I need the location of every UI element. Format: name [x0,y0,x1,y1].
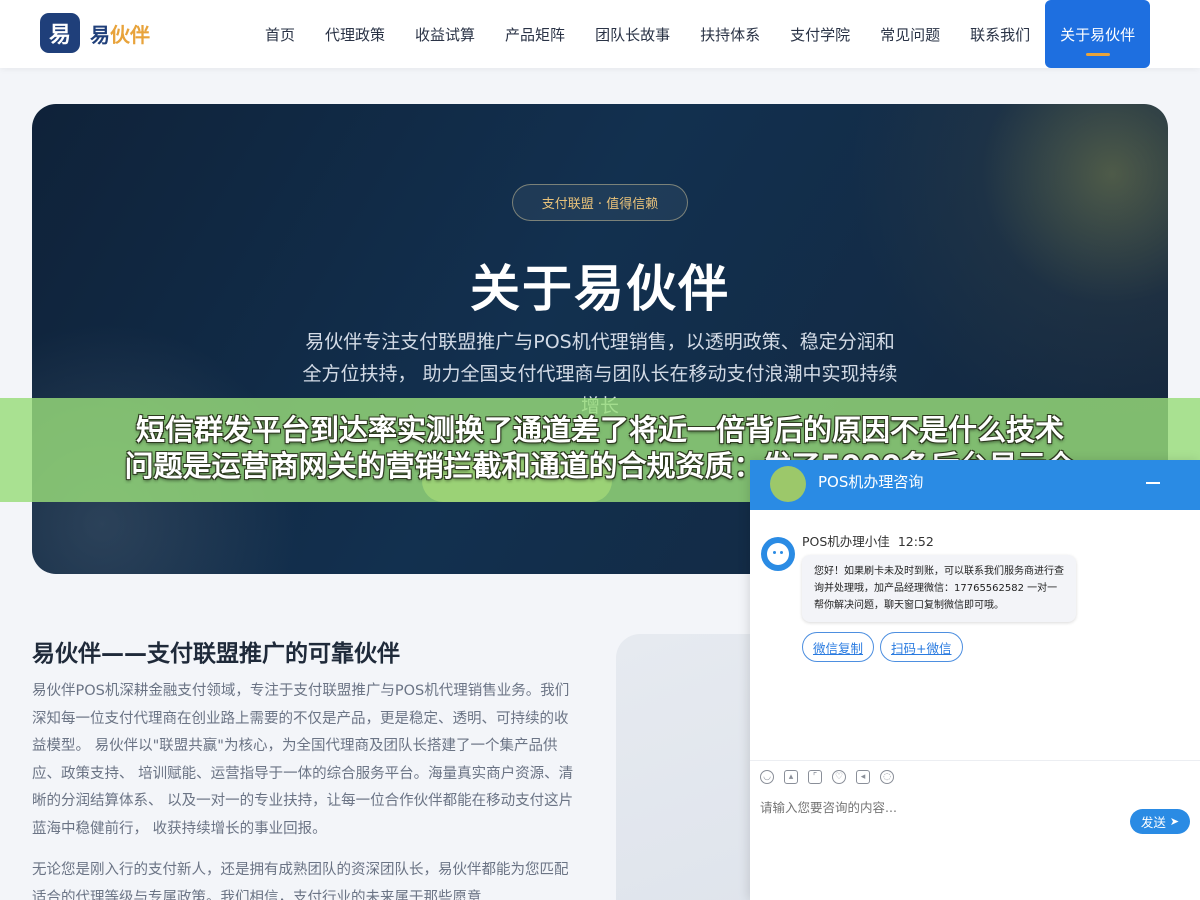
chat-history-icon[interactable]: ◌ [880,770,894,784]
nav-contact[interactable]: 联系我们 [955,0,1045,68]
intro-paragraph-1: 易伙伴POS机深耕金融支付领域，专注于支付联盟推广与POS机代理销售业务。我们深… [32,683,574,837]
intro-title: 易伙伴——支付联盟推广的可靠伙伴 [32,641,400,667]
intro-paragraph-2: 无论您是刚入行的支付新人，还是拥有成熟团队的资深团队长，易伙伴都能为您匹配 适合… [32,862,569,900]
agent-avatar [761,537,795,571]
chat-header-title: POS机办理咨询 [818,473,924,491]
overlay-text-line-1: 短信群发平台到达率实测换了通道差了将近一倍背后的原因不是什么技术 [135,413,1064,447]
site-logo[interactable]: 易 易伙伴 [40,13,150,53]
main-nav: 首页 代理政策 收益试算 产品矩阵 团队长故事 扶持体系 支付学院 常见问题 联… [250,0,1151,68]
sound-icon[interactable]: ◂ [856,770,870,784]
copy-wechat-button[interactable]: 微信复制 [802,632,875,662]
rating-icon[interactable]: ♡ [832,770,846,784]
send-label: 发送 [1140,815,1166,830]
hero-title: 关于易伙伴 [470,260,730,318]
message-sender: POS机办理小佳 12:52 [802,531,934,550]
chat-header-avatar [770,466,806,502]
nav-product-matrix[interactable]: 产品矩阵 [490,0,580,68]
send-button[interactable]: 发送 ➤ [1130,809,1190,834]
nav-support-system[interactable]: 扶持体系 [685,0,775,68]
nav-faq[interactable]: 常见问题 [865,0,955,68]
logo-text: 易伙伴 [90,19,150,48]
image-icon[interactable]: ▴ [784,770,798,784]
nav-home[interactable]: 首页 [250,0,310,68]
message-time: 12:52 [897,534,934,549]
site-header: 易 易伙伴 首页 代理政策 收益试算 产品矩阵 团队长故事 扶持体系 支付学院 … [0,0,1200,68]
scan-wechat-button[interactable]: 扫码+微信 [880,632,963,662]
chat-widget: POS机办理咨询 POS机办理小佳 12:52 您好！如果刷卡未及时到账，可以联系… [750,460,1200,900]
quick-replies: 微信复制 扫码+微信 [802,632,969,662]
chat-header[interactable]: POS机办理咨询 [750,460,1200,510]
nav-earnings-calculator[interactable]: 收益试算 [400,0,490,68]
logo-mark: 易 [40,13,80,53]
chat-message-input[interactable] [760,800,1120,815]
agent-face-icon [767,543,789,565]
emoji-icon[interactable]: ◡ [760,770,774,784]
nav-team-leader-stories[interactable]: 团队长故事 [580,0,685,68]
agent-name: POS机办理小佳 [802,534,890,549]
message-bubble: 您好！如果刷卡未及时到账，可以联系我们服务商进行查询并处理哦，加产品经理微信：1… [802,555,1076,622]
chat-divider [750,760,1200,761]
nav-agent-policy[interactable]: 代理政策 [310,0,400,68]
logo-text-primary: 易 [90,22,110,47]
minimize-icon[interactable] [1146,482,1160,484]
logo-text-accent: 伙伴 [110,22,150,47]
nav-payment-academy[interactable]: 支付学院 [775,0,865,68]
screenshot-icon[interactable]: ⌜ [808,770,822,784]
nav-about[interactable]: 关于易伙伴 [1045,0,1151,68]
hero-badge: 支付联盟 · 值得信赖 [512,184,688,221]
chat-toolbar: ◡ ▴ ⌜ ♡ ◂ ◌ [760,770,904,784]
send-arrow-icon: ➤ [1169,815,1180,828]
